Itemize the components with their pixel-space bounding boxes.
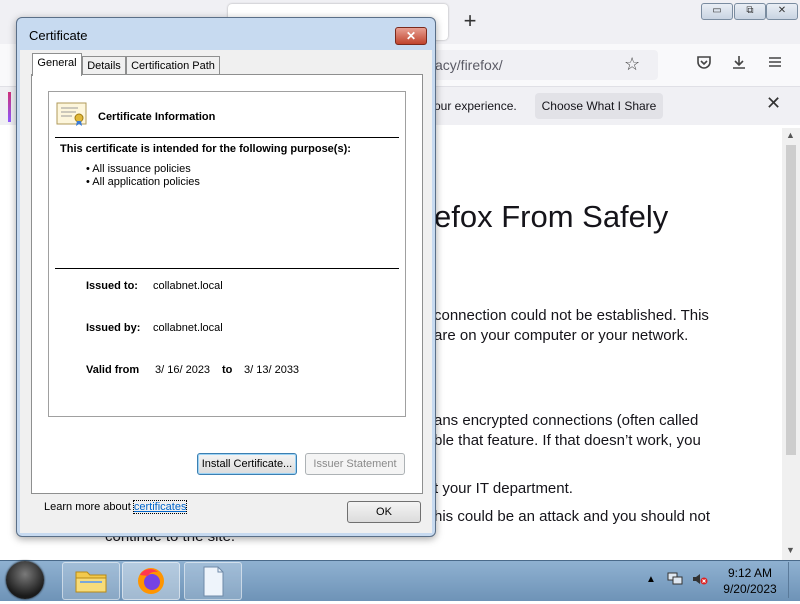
- window-close-button[interactable]: ✕: [766, 3, 798, 20]
- tab-general[interactable]: General: [32, 53, 82, 76]
- restore-button[interactable]: ⧉: [734, 3, 766, 20]
- show-desktop-button[interactable]: [788, 562, 799, 598]
- valid-from-label: Valid from: [86, 364, 140, 376]
- taskbar-notepad[interactable]: [184, 562, 242, 600]
- pocket-icon[interactable]: [696, 54, 712, 75]
- tab-certification-path[interactable]: Certification Path: [126, 56, 220, 75]
- certificate-info-box: Certificate Information This certificate…: [48, 91, 406, 417]
- page-text-line: ble that feature. If that doesn’t work, …: [434, 432, 701, 449]
- dialog-body: General Details Certification Path Certi…: [20, 50, 432, 533]
- document-icon: [203, 566, 224, 597]
- certificate-dialog: Certificate ✕ General Details Certificat…: [16, 17, 436, 537]
- tray-expand-icon[interactable]: ▲: [646, 574, 656, 585]
- certificate-icon: [56, 101, 88, 127]
- issued-by-label: Issued by:: [86, 322, 141, 334]
- bookmark-star-icon[interactable]: ☆: [624, 54, 640, 75]
- minimize-button[interactable]: ▭: [701, 3, 733, 20]
- learn-more-prefix: Learn more about: [44, 501, 131, 513]
- taskbar-explorer[interactable]: [62, 562, 120, 600]
- firefox-icon: [138, 568, 164, 594]
- page-text-line: t your IT department.: [434, 480, 573, 497]
- clock-time: 9:12 AM: [727, 566, 773, 580]
- purpose-item: • All issuance policies: [86, 163, 191, 175]
- page-text-line: his could be an attack and you should no…: [434, 508, 711, 525]
- issued-to-value: collabnet.local: [153, 280, 223, 292]
- tab-details[interactable]: Details: [82, 56, 126, 75]
- network-icon[interactable]: [667, 572, 683, 589]
- dialog-title: Certificate: [29, 28, 88, 43]
- ok-button[interactable]: OK: [347, 501, 421, 523]
- new-tab-button[interactable]: +: [458, 9, 482, 33]
- purpose-heading: This certificate is intended for the fol…: [60, 143, 351, 155]
- certificates-link[interactable]: certificates: [132, 500, 188, 514]
- divider: [55, 137, 399, 138]
- valid-from-value: 3/ 16/ 2023: [155, 364, 211, 376]
- choose-what-i-share-button[interactable]: Choose What I Share: [535, 93, 663, 119]
- general-tab-panel: Certificate Information This certificate…: [31, 74, 423, 514]
- page-text-line: ans encrypted connections (often called: [434, 412, 699, 429]
- folder-icon: [75, 571, 107, 593]
- sidebar-accent: [8, 92, 11, 122]
- certificate-info-title: Certificate Information: [98, 111, 216, 123]
- issued-to-label: Issued to:: [86, 280, 138, 292]
- valid-to-value: 3/ 13/ 2033: [244, 364, 300, 376]
- install-certificate-button[interactable]: Install Certificate...: [197, 453, 297, 475]
- page-text-line: are on your computer or your network.: [434, 327, 689, 344]
- url-text[interactable]: acy/firefox/: [435, 57, 503, 73]
- start-button[interactable]: [6, 561, 44, 599]
- page-text-line: connection could not be established. Thi…: [434, 307, 709, 324]
- issuer-statement-button[interactable]: Issuer Statement: [305, 453, 405, 475]
- scroll-down-icon[interactable]: ▼: [786, 545, 795, 555]
- dialog-close-button[interactable]: ✕: [395, 27, 427, 45]
- issued-by-value: collabnet.local: [153, 322, 223, 334]
- downloads-icon[interactable]: [731, 54, 747, 75]
- notification-text: our experience.: [434, 99, 517, 113]
- system-clock[interactable]: 9:12 AM 9/20/2023: [718, 565, 782, 597]
- page-title: efox From Safely: [434, 199, 669, 234]
- scroll-up-icon[interactable]: ▲: [786, 130, 795, 140]
- clock-date: 9/20/2023: [723, 582, 777, 596]
- notification-close-icon[interactable]: ✕: [766, 93, 781, 114]
- valid-to-label: to: [222, 364, 233, 376]
- learn-more-text: Learn more about certificates: [44, 500, 188, 514]
- menu-icon[interactable]: [767, 54, 783, 75]
- taskbar-firefox[interactable]: [122, 562, 180, 600]
- divider: [55, 268, 399, 269]
- volume-muted-icon[interactable]: [692, 572, 708, 589]
- purpose-item: • All application policies: [86, 176, 200, 188]
- scrollbar-thumb[interactable]: [786, 145, 796, 455]
